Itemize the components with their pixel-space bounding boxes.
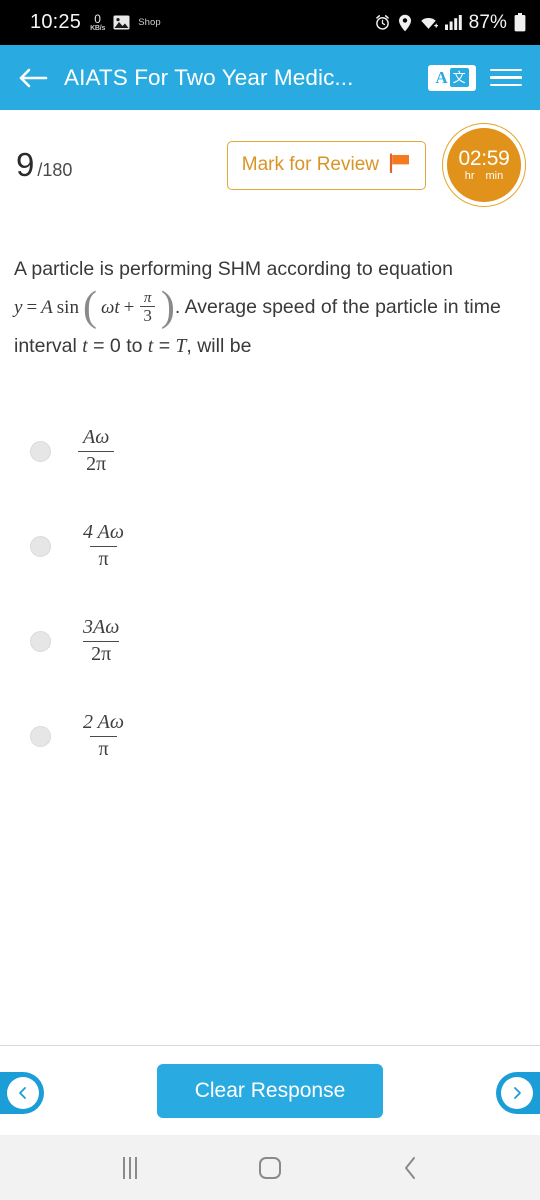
recents-glyph [123,1156,137,1179]
recents-bar [135,1156,137,1179]
translate-icon[interactable]: A 文 [428,64,476,91]
status-app-label: Shop [138,17,161,28]
question-line-1: A particle is performing SHM according t… [14,258,453,280]
gallery-icon [113,15,130,30]
timer-unit-hours: hr [464,170,475,182]
option-3-denominator: 2π [83,640,120,667]
clear-response-button[interactable]: Clear Response [156,1063,384,1118]
option-2-radio[interactable] [30,535,51,557]
question-header: 9 /180 Mark for Review 02:59 hr min [0,110,540,220]
question-line-2-tail: . Average speed of the particle in time [174,296,501,318]
back-arrow-icon[interactable] [16,61,50,95]
option-1[interactable]: Aω 2π [14,404,526,499]
recents-bar [123,1156,125,1179]
question-number: 9 [16,146,35,183]
signal-icon [444,15,462,30]
menu-line [490,76,522,79]
option-3[interactable]: 3Aω 2π [14,594,526,689]
equation-arg: ωt [100,296,120,318]
option-1-denominator: 2π [78,450,115,477]
status-clock: 10:25 [30,11,82,33]
option-4-value: 2 Aω π [75,711,132,761]
translate-cjk-glyph: 文 [449,68,469,87]
equation-lhs: y [14,296,23,318]
translate-latin-glyph: A [435,68,448,87]
battery-percent: 87% [468,11,507,33]
option-4-radio[interactable] [30,725,51,747]
option-2[interactable]: 4 Aω π [14,499,526,594]
option-3-value: 3Aω 2π [75,616,127,666]
question-body: A particle is performing SHM according t… [0,220,540,1045]
recents-icon[interactable] [105,1148,155,1188]
next-question-button[interactable] [496,1072,540,1114]
system-navigation-bar [0,1135,540,1200]
equation-plus: + [123,296,135,318]
wifi-icon [419,15,438,31]
timer-units: hr min [465,171,504,182]
question-line-3: interval t = 0 to t = T, will be [14,335,251,357]
equation-equals: = [26,296,38,318]
countdown-timer: 02:59 hr min [442,123,526,207]
flag-icon [389,152,411,178]
option-3-radio[interactable] [30,630,51,652]
option-4-denominator: π [90,735,117,762]
equation-paren-open: ( [82,284,97,331]
status-bar: 10:25 0 KB/s Shop 87% [0,0,540,45]
app-screen: 10:25 0 KB/s Shop 87% AIATS For Two Year… [0,0,540,1200]
line3-eq: = [153,334,176,357]
option-1-numerator: Aω [83,426,110,449]
equation-fraction-numerator: π [143,289,152,306]
option-1-radio[interactable] [30,440,51,462]
line3-mid: = 0 to [87,334,148,357]
app-bar: AIATS For Two Year Medic... A 文 [0,45,540,110]
bottom-action-bar: Clear Response [0,1045,540,1135]
option-2-denominator: π [90,545,117,572]
menu-line [490,68,522,72]
line3-prefix: interval [14,334,83,357]
timer-unit-minutes: min [485,170,504,182]
option-2-numerator: 4 Aω [83,521,124,544]
network-speed-indicator: 0 KB/s [90,13,105,32]
location-icon [398,14,412,32]
mark-for-review-label: Mark for Review [241,154,379,175]
status-bar-right: 87% [374,12,526,34]
battery-icon [514,13,526,32]
question-text: A particle is performing SHM according t… [14,250,526,366]
option-3-numerator: 3Aω [83,616,120,639]
answer-options: Aω 2π 4 Aω π 3Aω 2π 2 Aω π [14,404,526,784]
equation-fraction: π 3 [140,290,155,326]
recents-bar [129,1156,131,1179]
system-back-icon[interactable] [385,1148,435,1188]
equation-fraction-denominator: 3 [140,306,155,326]
hamburger-menu-icon[interactable] [490,63,522,93]
page-title: AIATS For Two Year Medic... [64,64,354,90]
line3-suffix: , will be [186,334,252,357]
network-speed-unit: KB/s [90,25,106,32]
chevron-right-icon [501,1077,533,1109]
timer-value: 02:59 [458,147,510,170]
question-equation: y = A sin ( ωt + π 3 ) [14,284,175,331]
status-bar-left: 10:25 0 KB/s Shop [30,11,161,34]
option-2-value: 4 Aω π [75,521,132,571]
home-glyph [259,1156,281,1179]
question-counter: 9 /180 [16,146,72,184]
question-total: /180 [37,160,73,180]
equation-function: sin [56,296,79,318]
previous-question-button[interactable] [0,1072,44,1114]
home-icon[interactable] [245,1148,295,1188]
option-1-value: Aω 2π [75,426,117,476]
menu-line [490,83,522,87]
alarm-icon [374,14,391,31]
equation-amplitude: A [41,296,53,318]
equation-paren-close: ) [160,284,175,331]
option-4[interactable]: 2 Aω π [14,689,526,784]
countdown-timer-face: 02:59 hr min [447,128,521,202]
network-speed-value: 0 [94,12,101,26]
mark-for-review-button[interactable]: Mark for Review [226,140,426,190]
chevron-left-icon [7,1077,39,1109]
line3-var-T: T [175,335,187,357]
option-4-numerator: 2 Aω [83,711,124,734]
